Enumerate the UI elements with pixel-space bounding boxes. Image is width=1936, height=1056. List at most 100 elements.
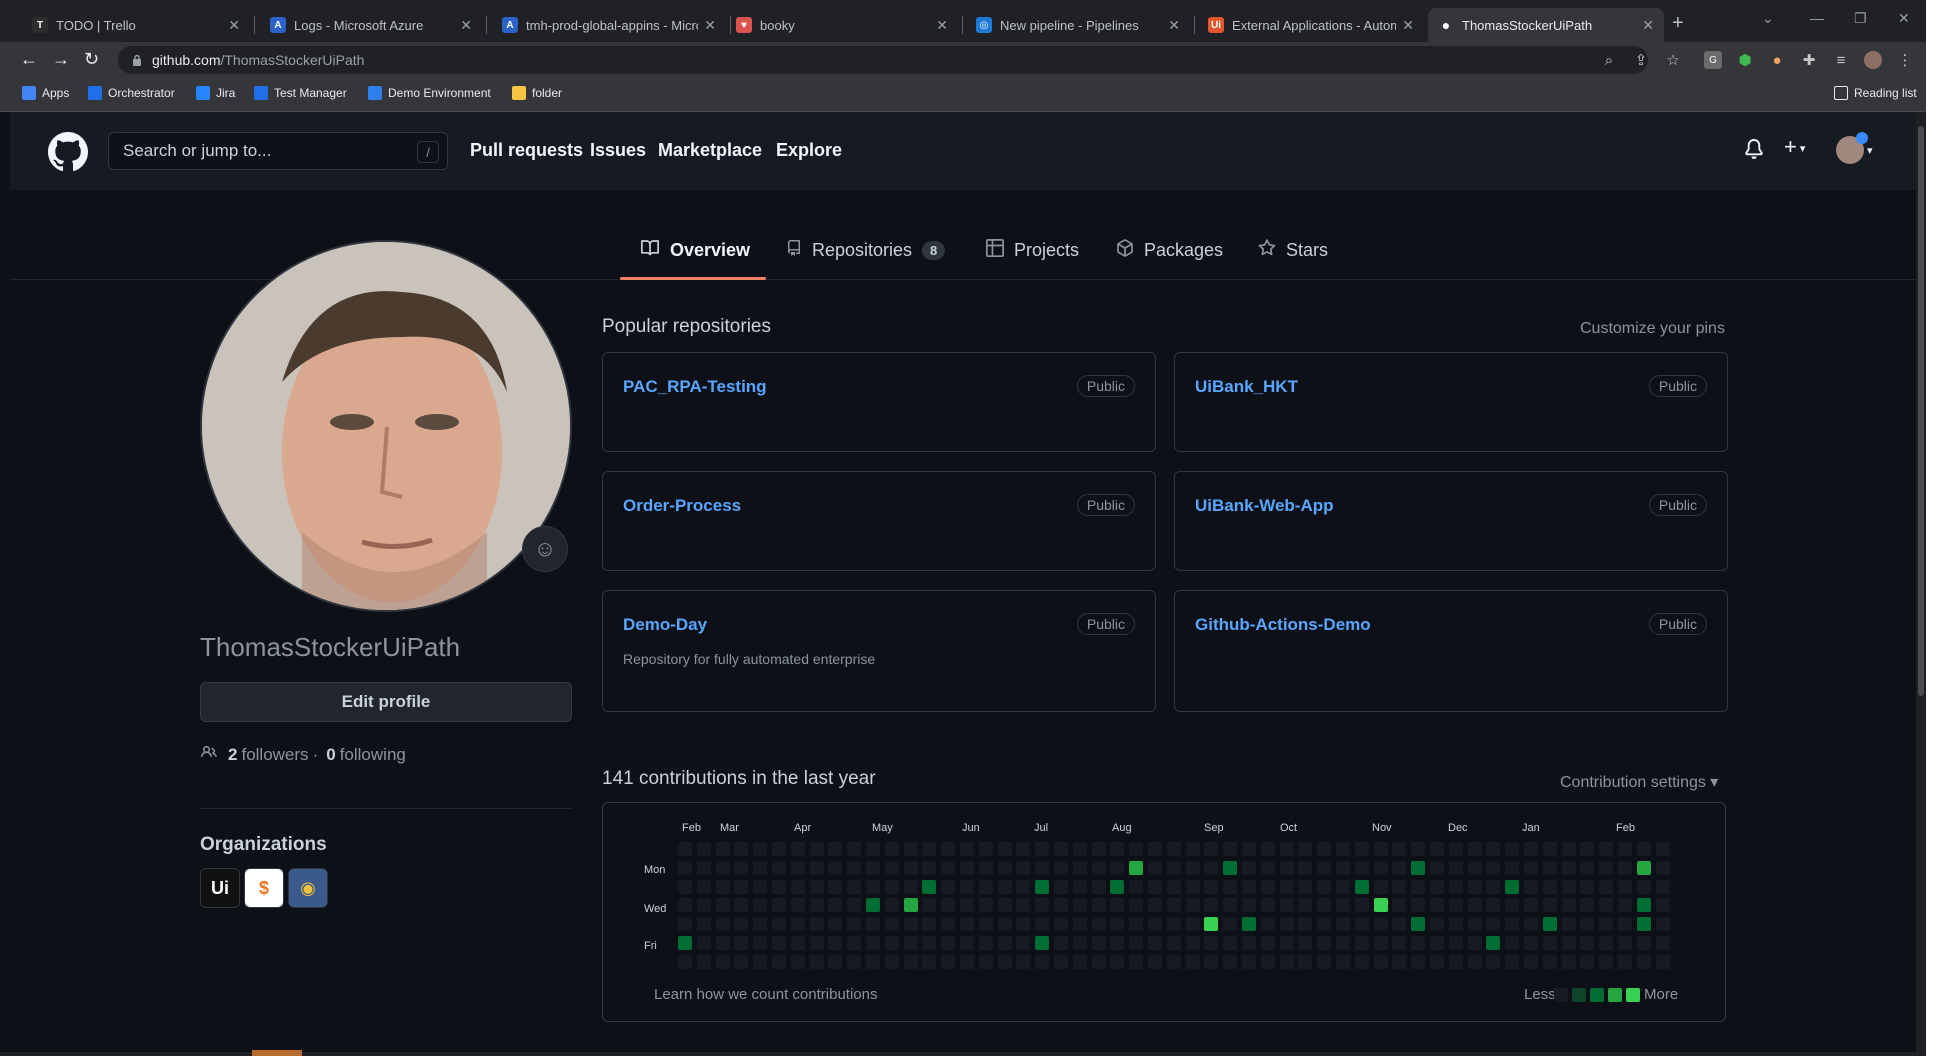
contribution-day[interactable] bbox=[1148, 842, 1162, 856]
contribution-day[interactable] bbox=[678, 954, 692, 969]
contribution-day[interactable] bbox=[960, 842, 974, 856]
contribution-day[interactable] bbox=[1129, 860, 1144, 875]
contribution-day[interactable] bbox=[772, 860, 786, 875]
contribution-day[interactable] bbox=[1373, 842, 1388, 856]
contribution-day[interactable] bbox=[1561, 936, 1576, 950]
contribution-day[interactable] bbox=[1035, 898, 1050, 913]
menu-kebab-icon[interactable]: ⋮ bbox=[1896, 51, 1914, 69]
contribution-day[interactable] bbox=[903, 842, 918, 856]
contribution-day[interactable] bbox=[884, 954, 899, 969]
contribution-day[interactable] bbox=[884, 879, 899, 894]
contribution-day[interactable] bbox=[1542, 917, 1557, 932]
contribution-day[interactable] bbox=[1129, 842, 1144, 856]
extension-egg-icon[interactable]: ● bbox=[1768, 51, 1786, 69]
contribution-day[interactable] bbox=[997, 860, 1012, 875]
contribution-day[interactable] bbox=[1467, 898, 1482, 913]
contribution-day[interactable] bbox=[753, 842, 768, 856]
contribution-day[interactable] bbox=[1411, 917, 1426, 932]
contribution-day[interactable] bbox=[866, 842, 880, 856]
contribution-day[interactable] bbox=[922, 879, 937, 894]
contribution-day[interactable] bbox=[1166, 917, 1181, 932]
nav-marketplace[interactable]: Marketplace bbox=[658, 140, 762, 161]
contribution-day[interactable] bbox=[1242, 898, 1256, 913]
browser-tab[interactable]: A Logs - Microsoft Azure ✕ bbox=[260, 8, 482, 42]
contribution-day[interactable] bbox=[1223, 879, 1238, 894]
contribution-day[interactable] bbox=[1542, 954, 1557, 969]
contribution-day[interactable] bbox=[734, 879, 749, 894]
contribution-day[interactable] bbox=[1599, 898, 1614, 913]
contribution-day[interactable] bbox=[1636, 898, 1651, 913]
bookmark-demo-environment[interactable]: Demo Environment bbox=[368, 86, 491, 100]
reading-list-button[interactable]: Reading list bbox=[1834, 86, 1917, 100]
contribution-day[interactable] bbox=[1354, 917, 1369, 932]
set-status-emoji-button[interactable]: ☺ bbox=[522, 526, 568, 572]
contribution-day[interactable] bbox=[1448, 860, 1463, 875]
contribution-day[interactable] bbox=[790, 936, 805, 950]
contribution-day[interactable] bbox=[1279, 842, 1294, 856]
zoom-icon[interactable]: ⌕ bbox=[1600, 51, 1618, 69]
contribution-day[interactable] bbox=[1486, 898, 1501, 913]
contribution-day[interactable] bbox=[1448, 954, 1463, 969]
contribution-day[interactable] bbox=[1035, 879, 1050, 894]
contribution-day[interactable] bbox=[1072, 936, 1087, 950]
contribution-day[interactable] bbox=[1336, 954, 1350, 969]
contribution-day[interactable] bbox=[1148, 898, 1162, 913]
org-dollar-avatar[interactable]: $ bbox=[244, 868, 284, 908]
contribution-day[interactable] bbox=[1223, 842, 1238, 856]
contribution-day[interactable] bbox=[903, 860, 918, 875]
contribution-day[interactable] bbox=[1129, 879, 1144, 894]
contribution-day[interactable] bbox=[1091, 917, 1106, 932]
contribution-day[interactable] bbox=[866, 954, 880, 969]
contribution-day[interactable] bbox=[790, 860, 805, 875]
contribution-day[interactable] bbox=[753, 917, 768, 932]
contribution-day[interactable] bbox=[696, 860, 711, 875]
contribution-day[interactable] bbox=[1336, 842, 1350, 856]
nav-explore[interactable]: Explore bbox=[776, 140, 842, 161]
contribution-day[interactable] bbox=[1561, 879, 1576, 894]
contribution-day[interactable] bbox=[1430, 842, 1444, 856]
contribution-day[interactable] bbox=[1580, 898, 1595, 913]
contribution-day[interactable] bbox=[1035, 936, 1050, 950]
contribution-day[interactable] bbox=[1542, 898, 1557, 913]
contribution-day[interactable] bbox=[941, 917, 956, 932]
contribution-day[interactable] bbox=[847, 954, 862, 969]
contribution-day[interactable] bbox=[772, 954, 786, 969]
contribution-day[interactable] bbox=[1373, 917, 1388, 932]
contribution-day[interactable] bbox=[1467, 936, 1482, 950]
contribution-day[interactable] bbox=[1505, 936, 1520, 950]
contribution-day[interactable] bbox=[1317, 898, 1332, 913]
contribution-day[interactable] bbox=[1129, 954, 1144, 969]
contribution-day[interactable] bbox=[1467, 842, 1482, 856]
contribution-day[interactable] bbox=[1260, 936, 1275, 950]
contribution-day[interactable] bbox=[1110, 860, 1125, 875]
contribution-day[interactable] bbox=[884, 917, 899, 932]
contribution-day[interactable] bbox=[1505, 954, 1520, 969]
contribution-day[interactable] bbox=[1636, 936, 1651, 950]
contribution-day[interactable] bbox=[1636, 917, 1651, 932]
close-icon[interactable]: ✕ bbox=[228, 17, 240, 34]
contribution-day[interactable] bbox=[1618, 936, 1632, 950]
contribution-day[interactable] bbox=[1204, 917, 1219, 932]
contribution-day[interactable] bbox=[1505, 860, 1520, 875]
contribution-day[interactable] bbox=[1392, 898, 1407, 913]
contribution-day[interactable] bbox=[828, 917, 843, 932]
contribution-day[interactable] bbox=[1486, 936, 1501, 950]
contribution-day[interactable] bbox=[1524, 954, 1538, 969]
new-tab-button[interactable]: + bbox=[1672, 12, 1684, 35]
contribution-day[interactable] bbox=[1016, 860, 1031, 875]
nav-pull-requests[interactable]: Pull requests bbox=[470, 140, 583, 161]
contribution-day[interactable] bbox=[696, 936, 711, 950]
contribution-day[interactable] bbox=[922, 842, 937, 856]
contribution-day[interactable] bbox=[1655, 936, 1670, 950]
bookmark-test-manager[interactable]: Test Manager bbox=[254, 86, 347, 100]
contribution-day[interactable] bbox=[978, 879, 993, 894]
contribution-day[interactable] bbox=[1655, 917, 1670, 932]
contribution-day[interactable] bbox=[960, 860, 974, 875]
contribution-day[interactable] bbox=[1279, 954, 1294, 969]
contribution-day[interactable] bbox=[753, 954, 768, 969]
contribution-day[interactable] bbox=[1561, 954, 1576, 969]
contribution-day[interactable] bbox=[1599, 860, 1614, 875]
contribution-day[interactable] bbox=[1035, 842, 1050, 856]
contribution-day[interactable] bbox=[1599, 954, 1614, 969]
contribution-day[interactable] bbox=[997, 936, 1012, 950]
